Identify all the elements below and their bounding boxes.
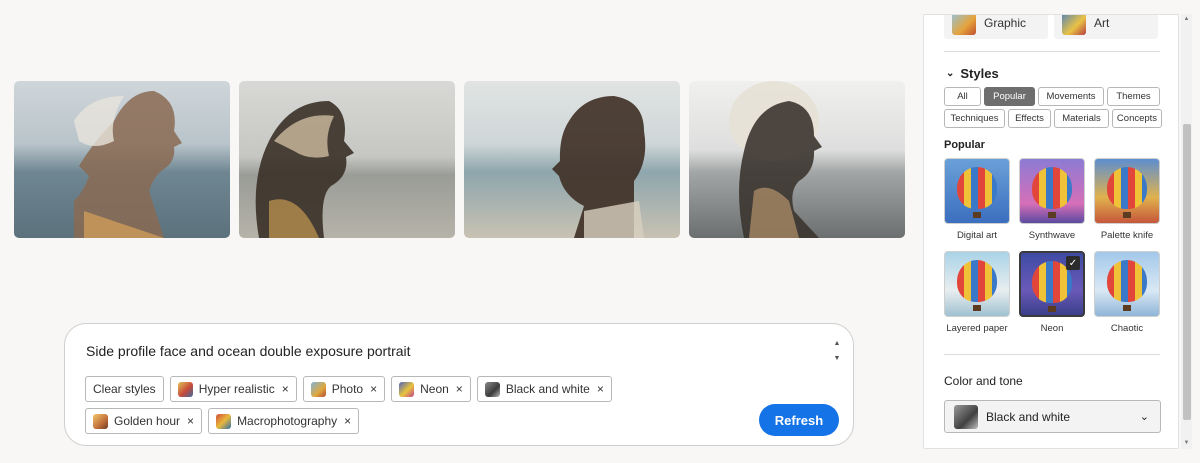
styles-title: Styles bbox=[960, 66, 999, 81]
filter-all[interactable]: All bbox=[944, 87, 981, 106]
image-gallery bbox=[14, 81, 905, 238]
style-card-chaotic[interactable]: Chaotic bbox=[1094, 251, 1160, 334]
close-icon[interactable]: × bbox=[187, 414, 194, 428]
balloon-thumbnail-icon bbox=[952, 15, 976, 35]
prompt-input[interactable]: Side profile face and ocean double expos… bbox=[86, 343, 411, 359]
filter-movements[interactable]: Movements bbox=[1038, 87, 1104, 106]
style-label: Digital art bbox=[956, 230, 998, 241]
arrow-up-icon[interactable]: ▲ bbox=[834, 340, 841, 347]
prompt-panel: Side profile face and ocean double expos… bbox=[64, 323, 854, 446]
balloon-thumbnail-icon bbox=[954, 404, 978, 429]
chip-label: Black and white bbox=[505, 382, 590, 396]
style-filter-row-1: All Popular Movements Themes bbox=[944, 87, 1160, 106]
scroll-up-icon[interactable]: ▲ bbox=[1181, 16, 1192, 22]
chevron-down-icon: ⌄ bbox=[1139, 411, 1149, 423]
checkmark-icon: ✓ bbox=[1066, 256, 1080, 270]
style-card-palette-knife[interactable]: Palette knife bbox=[1094, 158, 1160, 241]
chip-label: Photo bbox=[331, 382, 364, 396]
scroll-down-icon[interactable]: ▼ bbox=[1181, 440, 1192, 446]
chip-label: Macrophotography bbox=[237, 414, 338, 428]
balloon-thumbnail-icon bbox=[399, 381, 415, 397]
style-label: Neon bbox=[1040, 323, 1064, 334]
filter-popular[interactable]: Popular bbox=[984, 87, 1035, 106]
scrollbar-thumb[interactable] bbox=[1183, 124, 1191, 420]
generated-image-4[interactable] bbox=[689, 81, 905, 238]
chip-black-and-white: Black and white × bbox=[476, 376, 612, 402]
chip-label: Golden hour bbox=[114, 414, 181, 428]
refresh-button[interactable]: Refresh bbox=[759, 404, 839, 436]
style-grid: Digital art Synthwave Palette knife Laye… bbox=[944, 158, 1160, 334]
balloon-thumbnail-icon bbox=[1062, 15, 1086, 35]
chip-label: Clear styles bbox=[93, 382, 156, 396]
content-type-graphic[interactable]: Graphic bbox=[944, 15, 1048, 39]
generated-image-2[interactable] bbox=[239, 81, 455, 238]
chip-macrophotography: Macrophotography × bbox=[208, 408, 360, 434]
generated-image-3[interactable] bbox=[464, 81, 680, 238]
panel-scrollbar[interactable]: ▲ ▼ bbox=[1181, 14, 1192, 449]
generated-image-1[interactable] bbox=[14, 81, 230, 238]
prompt-scroll-arrows[interactable]: ▲ ▼ bbox=[831, 340, 843, 362]
chip-hyper-realistic: Hyper realistic × bbox=[169, 376, 297, 402]
clear-styles-button[interactable]: Clear styles bbox=[85, 376, 164, 402]
style-thumbnail bbox=[944, 251, 1010, 317]
chip-golden-hour: Golden hour × bbox=[85, 408, 203, 434]
style-card-neon[interactable]: ✓ Neon bbox=[1019, 251, 1085, 334]
style-thumbnail bbox=[1094, 251, 1160, 317]
divider bbox=[944, 51, 1160, 52]
filter-effects[interactable]: Effects bbox=[1008, 109, 1051, 128]
settings-panel: Graphic Art ⌄ Styles All Popular Movemen… bbox=[923, 14, 1179, 449]
popular-section-label: Popular bbox=[944, 139, 985, 151]
style-label: Synthwave bbox=[1028, 230, 1076, 241]
style-card-layered-paper[interactable]: Layered paper bbox=[944, 251, 1010, 334]
color-and-tone-label: Color and tone bbox=[944, 374, 1023, 388]
arrow-down-icon[interactable]: ▼ bbox=[834, 355, 841, 362]
style-thumbnail: ✓ bbox=[1019, 251, 1085, 317]
close-icon[interactable]: × bbox=[282, 382, 289, 396]
style-filter-row-2: Techniques Effects Materials Concepts bbox=[944, 109, 1162, 128]
balloon-thumbnail-icon bbox=[310, 381, 326, 397]
content-type-label: Art bbox=[1094, 16, 1110, 30]
chevron-down-icon: ⌄ bbox=[946, 68, 955, 79]
style-label: Layered paper bbox=[946, 323, 1008, 334]
balloon-thumbnail-icon bbox=[484, 381, 500, 397]
close-icon[interactable]: × bbox=[456, 382, 463, 396]
style-thumbnail bbox=[1019, 158, 1085, 224]
content-type-art[interactable]: Art bbox=[1054, 15, 1158, 39]
style-label: Palette knife bbox=[1100, 230, 1154, 241]
color-and-tone-dropdown[interactable]: Black and white ⌄ bbox=[944, 400, 1161, 433]
style-chips: Clear styles Hyper realistic × Photo × N… bbox=[85, 376, 685, 434]
style-label: Chaotic bbox=[1110, 323, 1144, 334]
balloon-thumbnail-icon bbox=[93, 413, 108, 429]
filter-techniques[interactable]: Techniques bbox=[944, 109, 1005, 128]
dropdown-value: Black and white bbox=[986, 409, 1071, 424]
balloon-thumbnail-icon bbox=[177, 381, 193, 397]
close-icon[interactable]: × bbox=[370, 382, 377, 396]
content-type-label: Graphic bbox=[984, 16, 1027, 30]
content-type-row: Graphic Art bbox=[944, 15, 1158, 39]
chip-label: Neon bbox=[420, 382, 449, 396]
styles-section-header[interactable]: ⌄ Styles bbox=[946, 66, 999, 81]
style-thumbnail bbox=[1094, 158, 1160, 224]
balloon-thumbnail-icon bbox=[216, 413, 232, 429]
style-card-digital-art[interactable]: Digital art bbox=[944, 158, 1010, 241]
filter-concepts[interactable]: Concepts bbox=[1112, 109, 1162, 128]
filter-materials[interactable]: Materials bbox=[1054, 109, 1109, 128]
style-thumbnail bbox=[944, 158, 1010, 224]
chip-label: Hyper realistic bbox=[198, 382, 275, 396]
filter-themes[interactable]: Themes bbox=[1107, 87, 1160, 106]
divider bbox=[944, 354, 1160, 355]
close-icon[interactable]: × bbox=[344, 414, 351, 428]
close-icon[interactable]: × bbox=[597, 382, 604, 396]
chip-photo: Photo × bbox=[302, 376, 386, 402]
style-card-synthwave[interactable]: Synthwave bbox=[1019, 158, 1085, 241]
chip-neon: Neon × bbox=[391, 376, 471, 402]
